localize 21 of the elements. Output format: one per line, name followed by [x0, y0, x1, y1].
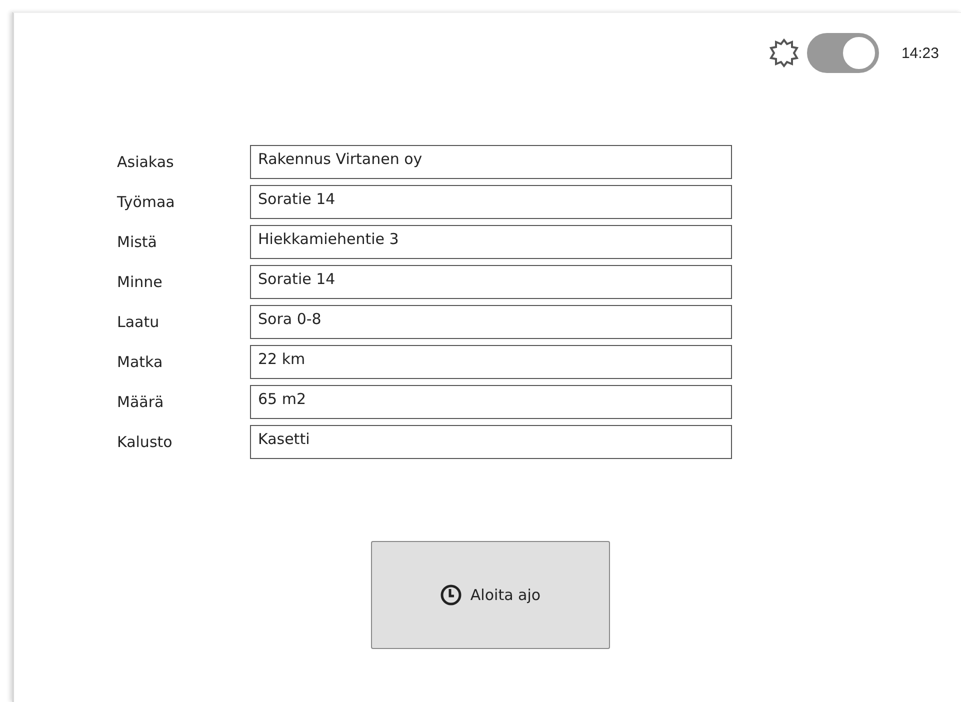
clock-time: 14:23: [901, 44, 939, 62]
clock-icon: [440, 584, 462, 606]
theme-toggle[interactable]: [807, 33, 880, 73]
input-field[interactable]: 22 km: [250, 345, 732, 379]
input-field[interactable]: Hiekkamiehentie 3: [250, 225, 732, 259]
field-label: Kalusto: [117, 433, 174, 451]
input-field[interactable]: 65 m2: [250, 385, 732, 419]
field-label: Minne: [117, 273, 164, 291]
input-field[interactable]: Kasetti: [250, 425, 732, 459]
input-field[interactable]: Sora 0-8: [250, 305, 732, 339]
start-button[interactable]: Aloita ajo: [371, 541, 610, 649]
field-label: Määrä: [117, 393, 165, 411]
field-label: Asiakas: [117, 153, 175, 171]
field-label: Laatu: [117, 313, 160, 331]
field-label: Mistä: [117, 233, 158, 251]
sun-icon: [769, 38, 800, 68]
field-label: Työmaa: [117, 193, 176, 211]
field-label: Matka: [117, 353, 164, 371]
input-field[interactable]: Soratie 14: [250, 185, 732, 219]
input-field[interactable]: Rakennus Virtanen oy: [250, 145, 732, 179]
input-field[interactable]: Soratie 14: [250, 265, 732, 299]
